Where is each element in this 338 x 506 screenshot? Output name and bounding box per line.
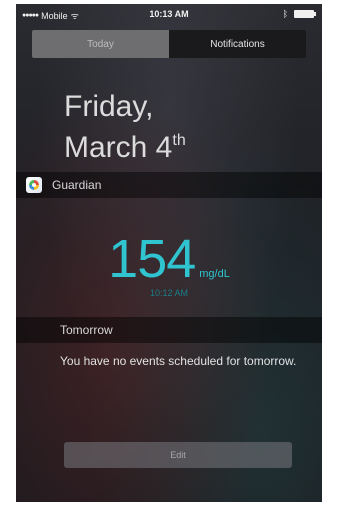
today-date: Friday, March 4th: [64, 90, 186, 165]
status-time: 10:13 AM: [149, 9, 189, 19]
battery-icon: [294, 10, 316, 18]
date-ordinal-suffix: th: [172, 132, 186, 149]
glucose-reading-time: 10:12 AM: [149, 288, 189, 298]
date-month-day-line: March 4th: [64, 124, 186, 165]
tomorrow-title: Tomorrow: [60, 323, 113, 337]
glucose-reading: 154 mg/dL: [16, 232, 322, 286]
tab-notifications[interactable]: Notifications: [169, 30, 306, 58]
segmented-control: Today Notifications: [32, 30, 306, 58]
status-bar: ●●●●● Mobile ᯤ 10:13 AM ᛒ: [16, 4, 322, 24]
date-weekday: Friday,: [64, 90, 154, 123]
tab-today[interactable]: Today: [32, 30, 169, 58]
tomorrow-message: You have no events scheduled for tomorro…: [60, 354, 297, 368]
guardian-app-icon: [26, 177, 42, 193]
status-right: ᛒ: [282, 9, 316, 19]
glucose-value: 154: [108, 229, 196, 289]
date-month-day: March 4: [64, 131, 173, 164]
bluetooth-icon: ᛒ: [282, 9, 288, 19]
widget-app-name: Guardian: [52, 178, 102, 192]
notification-center-screen: ●●●●● Mobile ᯤ 10:13 AM ᛒ Today Notifica…: [16, 4, 322, 502]
guardian-widget-header[interactable]: Guardian: [16, 172, 322, 198]
edit-button[interactable]: Edit: [64, 442, 292, 468]
tomorrow-widget-header: Tomorrow: [16, 317, 322, 343]
glucose-unit: mg/dL: [199, 268, 230, 280]
